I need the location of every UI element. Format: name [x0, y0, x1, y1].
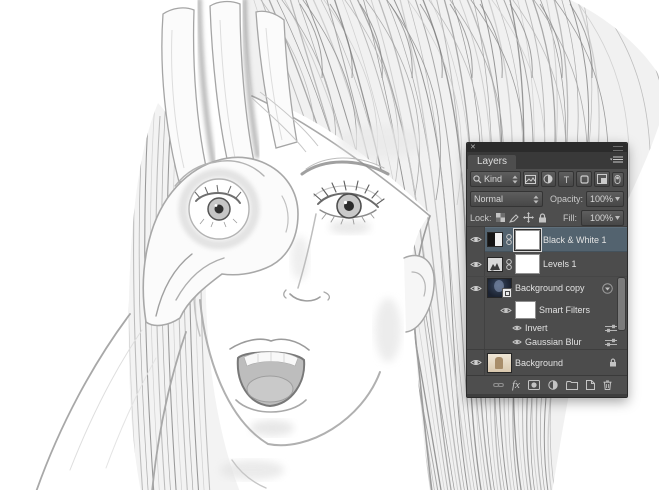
layer-row-gaussian-blur[interactable]: Gaussian Blur: [467, 335, 627, 349]
layer-name[interactable]: Levels 1: [543, 259, 577, 269]
chevron-down-icon: [615, 197, 620, 201]
blend-mode-value: Normal: [474, 194, 533, 204]
adjustment-layer-filter-icon[interactable]: [541, 171, 557, 187]
kind-label: Kind: [484, 174, 510, 184]
visibility-toggle[interactable]: [467, 277, 485, 299]
eye-icon[interactable]: [512, 338, 522, 346]
layer-name[interactable]: Background: [515, 358, 563, 368]
type-layer-filter-icon[interactable]: T: [558, 171, 574, 187]
gutter: [467, 299, 485, 321]
add-layer-mask-icon[interactable]: [528, 380, 540, 390]
visibility-toggle[interactable]: [467, 227, 485, 252]
tab-layers[interactable]: Layers: [468, 155, 516, 169]
eye-icon: [470, 358, 482, 367]
mask-link-icon[interactable]: [506, 258, 512, 271]
opacity-value: 100%: [590, 194, 613, 204]
levels-adjustment-icon[interactable]: [487, 257, 503, 272]
layer-row-black-white[interactable]: Black & White 1: [467, 227, 627, 252]
delete-layer-icon[interactable]: [603, 380, 612, 390]
right-eye: [302, 158, 388, 224]
blend-row: Normal Opacity: 100%: [467, 189, 627, 209]
smart-filter-collapse-icon[interactable]: [602, 283, 613, 294]
smart-object-badge-icon: [502, 288, 512, 298]
mask-link-icon[interactable]: [506, 233, 512, 246]
panel-tabbar: Layers: [467, 152, 627, 169]
filter-row: Kind T: [467, 169, 627, 189]
search-icon: [473, 175, 482, 184]
layer-row-levels[interactable]: Levels 1: [467, 252, 627, 277]
lock-all-icon[interactable]: [538, 213, 547, 223]
lock-image-pixels-icon[interactable]: [509, 213, 519, 223]
filter-blending-options-icon[interactable]: [605, 324, 617, 333]
mouth: [230, 339, 309, 412]
link-layers-icon[interactable]: [493, 380, 504, 390]
eye-icon: [470, 260, 482, 269]
select-arrows-icon: [512, 175, 518, 184]
layer-style-fx-icon[interactable]: fx: [512, 380, 520, 390]
lock-label: Lock:: [470, 213, 492, 223]
chevron-down-icon: [615, 216, 620, 220]
layer-name[interactable]: Background copy: [515, 283, 585, 293]
opacity-label: Opacity:: [550, 194, 583, 204]
layer-mask-thumbnail[interactable]: [515, 230, 540, 250]
gutter: [467, 321, 485, 335]
layer-mask-thumbnail[interactable]: [515, 254, 540, 274]
blend-mode-select[interactable]: Normal: [470, 191, 543, 207]
background-thumbnail[interactable]: [487, 353, 512, 373]
layer-lock-icon: [609, 358, 617, 367]
svg-text:T: T: [563, 175, 569, 184]
fill-label: Fill:: [563, 213, 577, 223]
lock-transparent-pixels-icon[interactable]: [496, 213, 505, 222]
bottom-toolbar: fx: [467, 375, 627, 394]
layer-filter-toggle-icon[interactable]: [612, 172, 624, 187]
jawline: [194, 256, 434, 488]
kind-filter-select[interactable]: Kind: [470, 171, 521, 187]
eye-icon: [470, 235, 482, 244]
eye-icon[interactable]: [500, 306, 512, 315]
eye-icon: [470, 284, 482, 293]
panel-bottom-edge: [467, 394, 627, 397]
new-group-icon[interactable]: [566, 381, 578, 390]
pixel-layer-filter-icon[interactable]: [523, 171, 539, 187]
panel-chrome: ✕: [467, 143, 627, 152]
fill-value-box[interactable]: 100%: [581, 210, 624, 226]
new-layer-icon[interactable]: [586, 380, 595, 390]
fingers: [162, 0, 297, 182]
layer-row-invert[interactable]: Invert: [467, 321, 627, 335]
gutter: [467, 335, 485, 349]
layer-row-smart-filters[interactable]: Smart Filters: [467, 299, 627, 321]
panel-grip-icon[interactable]: [613, 146, 623, 151]
fill-value: 100%: [590, 213, 613, 223]
layers-panel: ✕ Layers Kind T: [466, 142, 628, 398]
smart-object-thumbnail[interactable]: [487, 278, 512, 298]
layer-name[interactable]: Black & White 1: [543, 235, 607, 245]
black-white-adjustment-icon[interactable]: [487, 232, 503, 247]
smart-object-filter-icon[interactable]: [594, 171, 610, 187]
shape-layer-filter-icon[interactable]: [576, 171, 592, 187]
visibility-toggle[interactable]: [467, 350, 485, 375]
smart-filter-name[interactable]: Invert: [525, 323, 548, 333]
eye-icon[interactable]: [512, 324, 522, 332]
layer-row-background[interactable]: Background: [467, 349, 627, 375]
visibility-toggle[interactable]: [467, 252, 485, 276]
layer-name[interactable]: Smart Filters: [539, 305, 590, 315]
layers-list: Black & White 1 Levels 1: [467, 226, 627, 375]
layer-row-background-copy[interactable]: Background copy: [467, 277, 627, 299]
filter-mask-thumbnail[interactable]: [515, 301, 536, 319]
close-icon[interactable]: ✕: [470, 143, 476, 152]
filter-blending-options-icon[interactable]: [605, 338, 617, 347]
smart-filter-name[interactable]: Gaussian Blur: [525, 337, 582, 347]
new-adjustment-layer-icon[interactable]: [548, 380, 558, 390]
lock-position-icon[interactable]: [523, 212, 534, 223]
lock-row: Lock: Fill: 100%: [467, 209, 627, 226]
panel-menu-icon[interactable]: [610, 155, 623, 166]
list-scrollbar-thumb[interactable]: [617, 277, 626, 331]
opacity-value-box[interactable]: 100%: [586, 191, 624, 207]
select-arrows-icon: [533, 195, 539, 204]
